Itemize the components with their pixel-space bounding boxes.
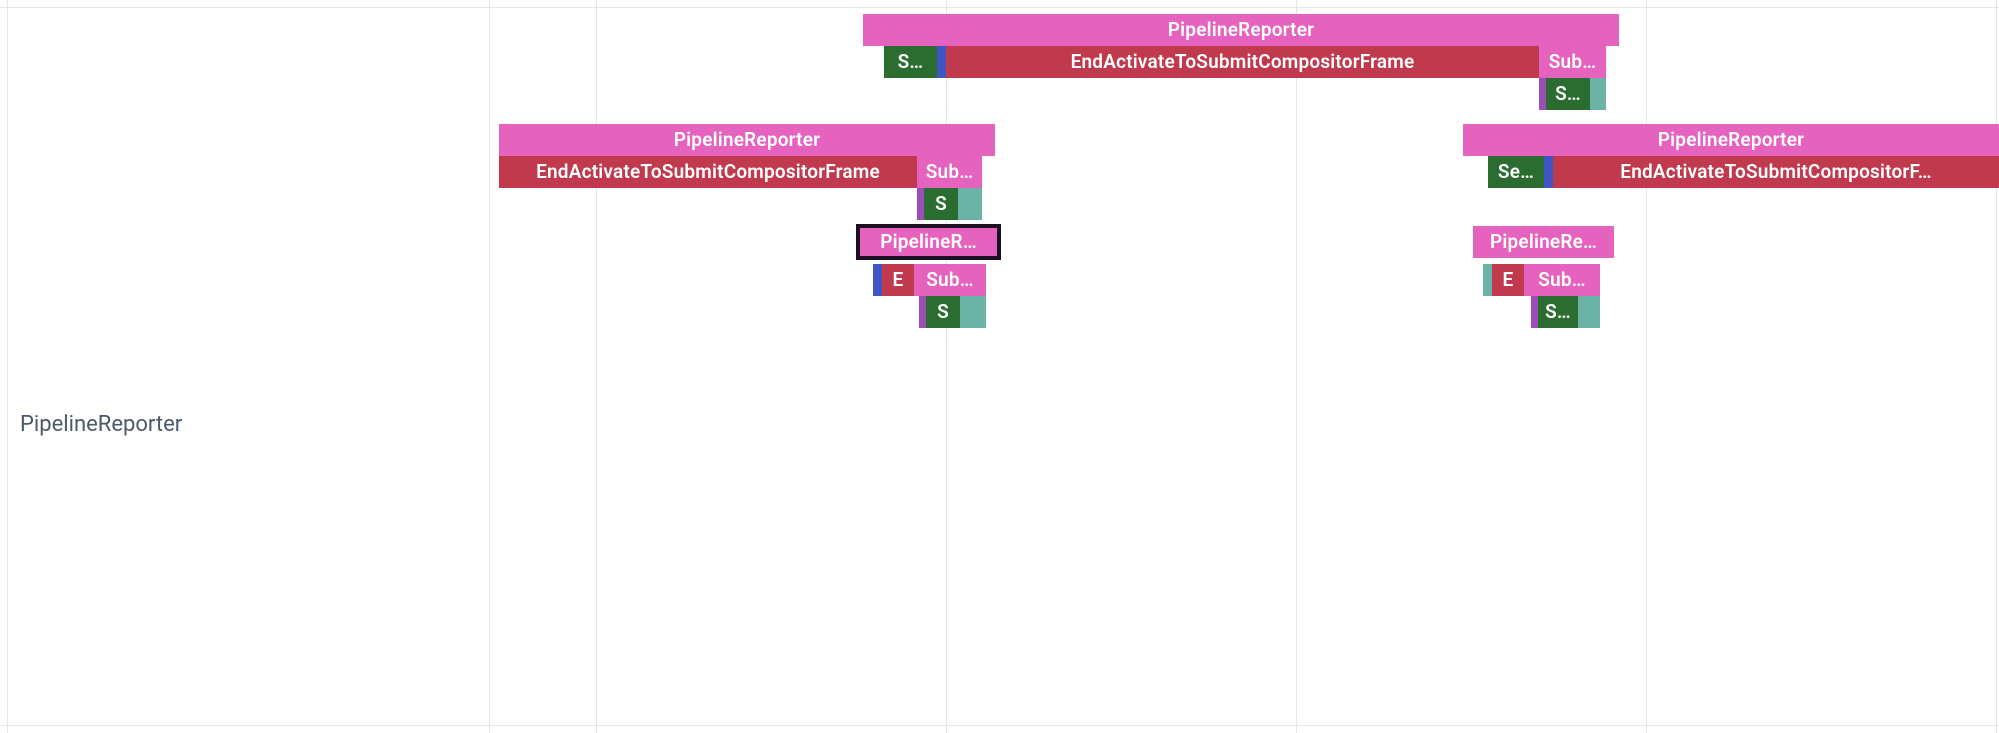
trace-slice[interactable]: E: [882, 264, 914, 296]
trace-slice[interactable]: EndActivateToSubmitCompositorF…: [1553, 156, 1999, 188]
trace-slice[interactable]: PipelineR…: [858, 226, 999, 258]
time-grid: [0, 0, 1999, 733]
trace-slice[interactable]: [1578, 296, 1600, 328]
track-label: PipelineReporter: [20, 412, 182, 437]
trace-slice[interactable]: S…: [1546, 78, 1590, 110]
trace-slice[interactable]: PipelineReporter: [499, 124, 995, 156]
trace-slice[interactable]: PipelineRe…: [1473, 226, 1614, 258]
trace-slice[interactable]: Sub…: [914, 264, 986, 296]
trace-slice[interactable]: Sub…: [1539, 46, 1606, 78]
trace-slice[interactable]: S: [926, 296, 960, 328]
trace-slice[interactable]: S…: [884, 46, 937, 78]
trace-slice[interactable]: [960, 296, 986, 328]
trace-slice[interactable]: EndActivateToSubmitCompositorFrame: [946, 46, 1539, 78]
trace-slice[interactable]: S…: [1538, 296, 1578, 328]
trace-slice[interactable]: Sub…: [1524, 264, 1600, 296]
trace-slice[interactable]: EndActivateToSubmitCompositorFrame: [499, 156, 917, 188]
trace-slice[interactable]: PipelineReporter: [863, 14, 1619, 46]
trace-slice[interactable]: [1590, 78, 1606, 110]
trace-slice[interactable]: [958, 188, 982, 220]
trace-slice[interactable]: Se…: [1488, 156, 1544, 188]
trace-slice[interactable]: Sub…: [917, 156, 982, 188]
trace-slice[interactable]: PipelineReporter: [1463, 124, 1999, 156]
trace-slice[interactable]: S: [924, 188, 958, 220]
trace-slice[interactable]: E: [1492, 264, 1524, 296]
